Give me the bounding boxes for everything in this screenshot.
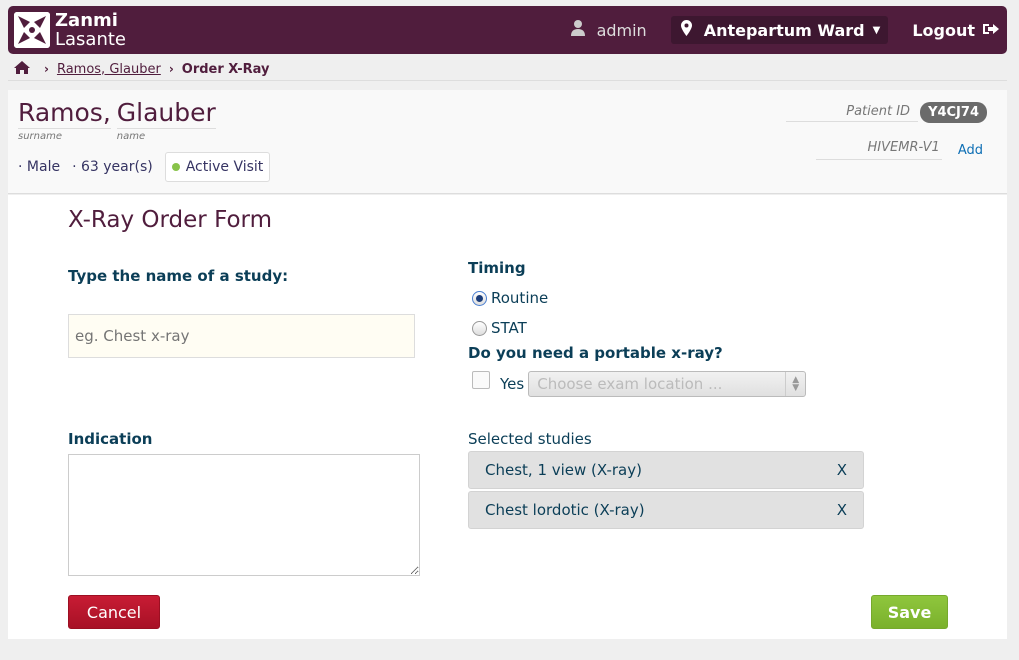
chevron-right-icon: › [44, 62, 49, 76]
hiv-identifier-label: HIVEMR-V1 [815, 140, 942, 160]
logo-icon [14, 12, 50, 48]
home-icon[interactable] [14, 60, 30, 78]
sign-out-icon [983, 21, 999, 40]
user-menu[interactable]: admin [570, 20, 647, 40]
portable-row: Yes Choose exam location ... ▲ ▼ [472, 371, 807, 397]
patient-name: Ramos, surname Glauber name [18, 98, 222, 142]
caret-down-icon: ▼ [872, 24, 881, 36]
surname-label: surname [18, 131, 63, 142]
indication-textarea[interactable] [68, 454, 420, 576]
stat-radio[interactable] [472, 320, 487, 336]
chevron-right-icon: › [168, 62, 174, 76]
save-button[interactable]: Save [871, 595, 948, 629]
status-dot-icon [171, 163, 180, 171]
patient-given-name: Glauber [116, 98, 216, 129]
patient-gender: · Male [18, 159, 61, 175]
stat-label: STAT [491, 319, 527, 337]
portable-label: Do you need a portable x-ray? [468, 344, 723, 362]
username: admin [596, 20, 647, 40]
timing-option-routine[interactable]: Routine [472, 289, 548, 307]
selected-studies-label: Selected studies [468, 430, 592, 448]
select-arrows-icon: ▲ ▼ [785, 372, 805, 396]
add-identifier-link[interactable]: Add [958, 143, 983, 158]
patient-header: Ramos, surname Glauber name · Male · 63 … [8, 90, 1007, 194]
logout-label: Logout [912, 20, 975, 40]
patient-id-row: Patient ID Y4CJ74 [786, 102, 987, 123]
breadcrumb: › Ramos, Glauber › Order X-Ray [14, 59, 270, 79]
logout-button[interactable]: Logout [912, 21, 999, 40]
breadcrumb-patient-link[interactable]: Ramos, Glauber [57, 62, 161, 77]
routine-radio[interactable] [472, 290, 487, 306]
map-marker-icon [680, 20, 692, 40]
selected-study-name: Chest lordotic (X-ray) [485, 501, 645, 519]
exam-location-placeholder: Choose exam location ... [537, 375, 723, 393]
hiv-identifier-row: HIVEMR-V1 Add [815, 140, 983, 160]
patient-id-badge: Y4CJ74 [920, 102, 987, 123]
patient-demographics: · Male · 63 year(s) Active Visit [18, 152, 271, 182]
logo-line2: Lasante [55, 29, 127, 50]
active-visit-badge[interactable]: Active Visit [164, 152, 271, 182]
study-label: Type the name of a study: [68, 267, 289, 285]
portable-yes-label: Yes [500, 375, 525, 393]
selected-study-item: Chest lordotic (X-ray) X [468, 491, 864, 529]
visit-status: Active Visit [185, 159, 264, 175]
xray-order-form: X-Ray Order Form Type the name of a stud… [8, 195, 1007, 639]
user-icon [570, 20, 585, 40]
portable-checkbox[interactable] [472, 371, 490, 389]
logo[interactable]: Zanmi Lasante [14, 11, 126, 49]
cancel-button[interactable]: Cancel [68, 595, 160, 629]
routine-label: Routine [491, 289, 549, 307]
name-label: name [116, 131, 146, 142]
top-header: Zanmi Lasante admin Antepartum Ward ▼ Lo… [8, 6, 1007, 54]
timing-label: Timing [468, 259, 526, 277]
indication-label: Indication [68, 430, 153, 448]
study-search-input[interactable] [68, 314, 415, 358]
patient-id-label: Patient ID [786, 104, 919, 122]
exam-location-select: Choose exam location ... ▲ ▼ [528, 371, 807, 397]
breadcrumb-current: Order X-Ray [181, 61, 270, 77]
form-title: X-Ray Order Form [68, 207, 273, 233]
timing-option-stat[interactable]: STAT [472, 319, 527, 337]
remove-study-button[interactable]: X [837, 501, 847, 519]
location-selector[interactable]: Antepartum Ward ▼ [670, 16, 889, 44]
selected-study-item: Chest, 1 view (X-ray) X [468, 451, 864, 489]
selected-study-name: Chest, 1 view (X-ray) [485, 461, 642, 479]
divider [8, 80, 1007, 81]
location-name: Antepartum Ward [703, 20, 865, 40]
patient-age: · 63 year(s) [72, 159, 153, 175]
remove-study-button[interactable]: X [837, 461, 847, 479]
logo-line1: Zanmi [55, 10, 118, 31]
patient-surname: Ramos, [18, 98, 111, 129]
